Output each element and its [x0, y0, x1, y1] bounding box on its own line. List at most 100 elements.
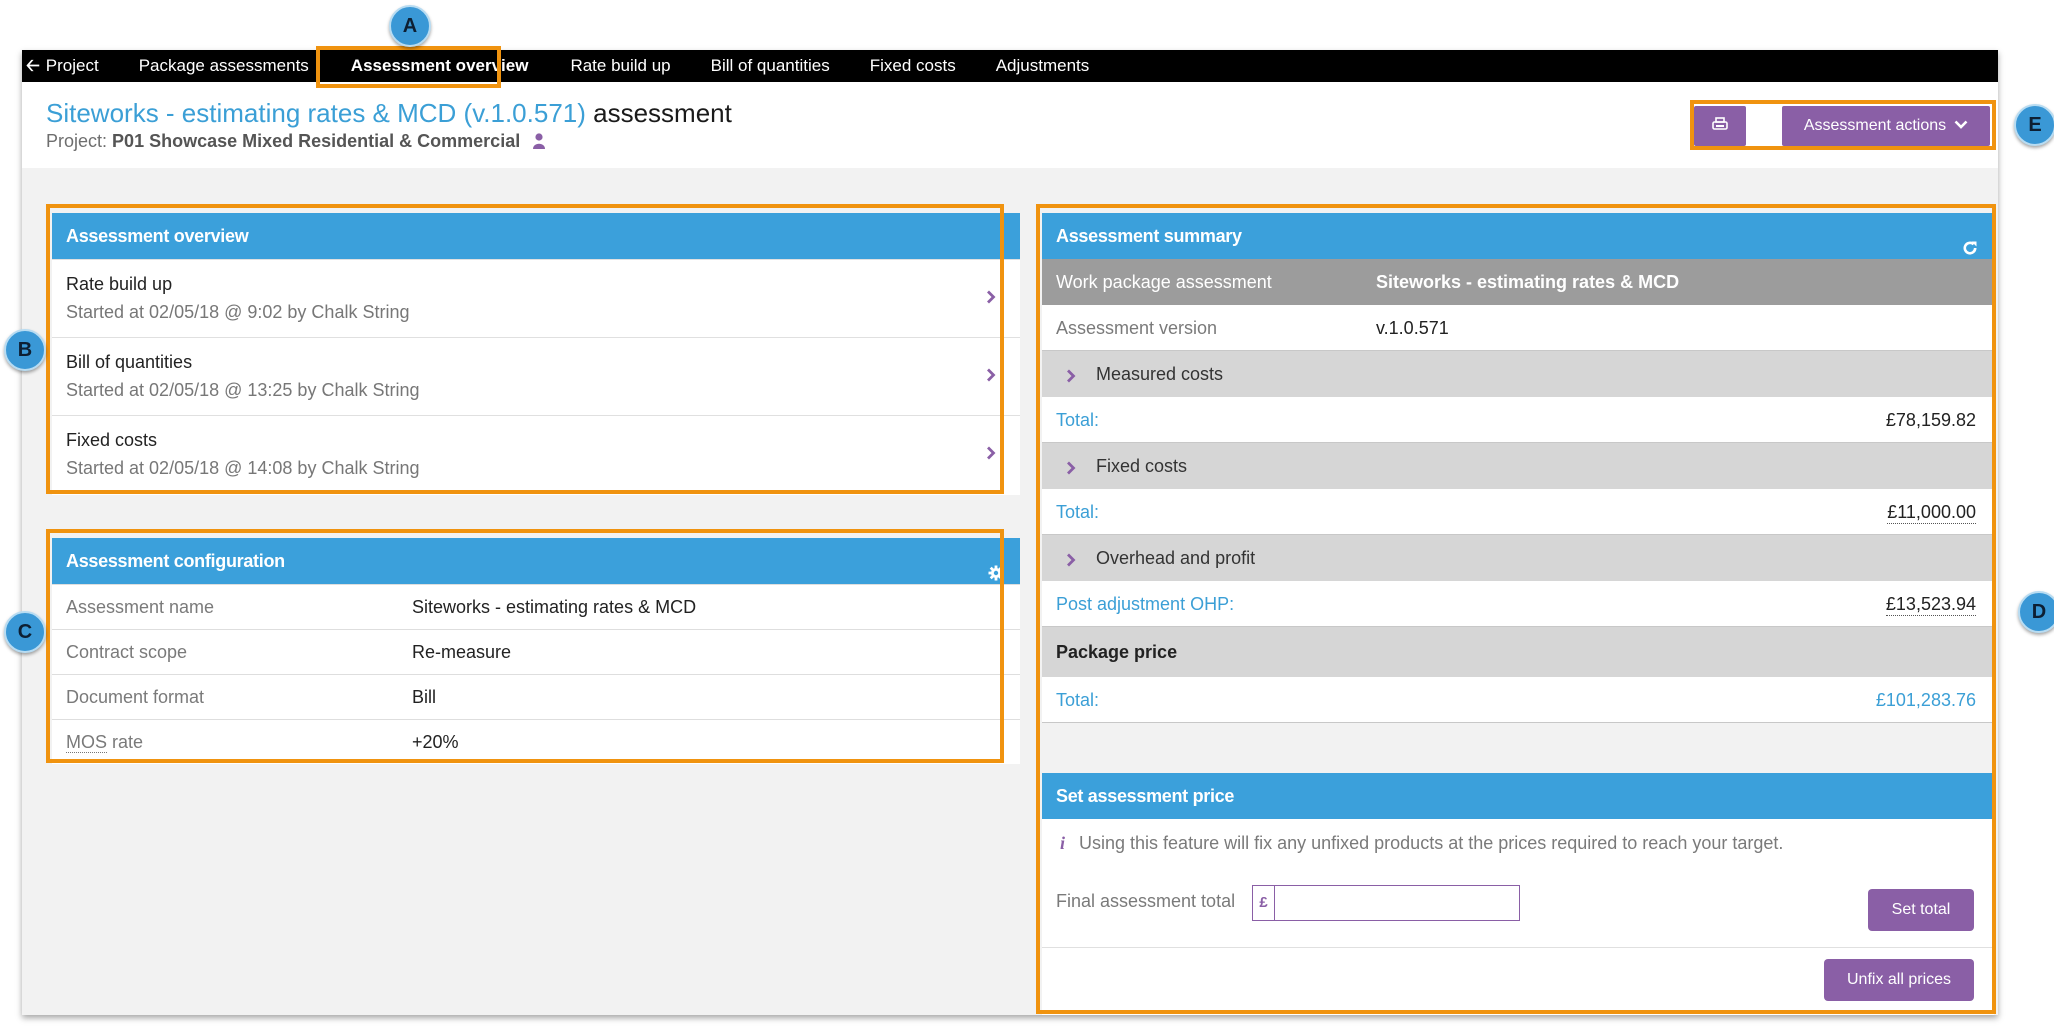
config-row-mos-rate: MOS rate +20%	[52, 719, 1020, 764]
chevron-right-icon	[1066, 459, 1076, 480]
mos-abbreviation[interactable]: MOS	[66, 732, 108, 753]
person-icon[interactable]	[533, 133, 546, 154]
total-label: Total:	[1056, 502, 1100, 522]
tab-bill-of-quantities[interactable]: Bill of quantities	[691, 50, 850, 82]
config-label: Document format	[66, 687, 205, 707]
chevron-right-icon	[986, 290, 996, 309]
app-window: 🡠 Project Package assessments Assessment …	[22, 50, 1998, 1015]
total-value[interactable]: £13,523.94	[1885, 594, 1976, 616]
summary-value: Siteworks - estimating rates & MCD	[1376, 272, 1680, 292]
assessment-configuration-panel: Assessment configuration Assessment name…	[52, 538, 1020, 764]
overview-row-subtitle: Started at 02/05/18 @ 9:02 by Chalk Stri…	[66, 302, 410, 322]
config-label-rest: rate	[107, 732, 144, 752]
chevron-right-icon	[986, 446, 996, 465]
nav-back-label: Project	[45, 56, 99, 75]
summary-panel-header: Assessment summary	[1042, 213, 1994, 259]
config-value: +20%	[412, 732, 459, 752]
summary-row-work-package: Work package assessment Siteworks - esti…	[1042, 259, 1994, 305]
summary-section-package-price: Package price	[1042, 627, 1994, 677]
callout-badge-a: A	[389, 5, 431, 47]
total-label: Total:	[1056, 690, 1100, 710]
currency-symbol: £	[1253, 886, 1275, 920]
stage: 🡠 Project Package assessments Assessment …	[0, 0, 2054, 1030]
summary-row-fixed-total: Total: £11,000.00	[1042, 489, 1994, 535]
config-label: Contract scope	[66, 642, 188, 662]
callout-badge-b: B	[4, 329, 46, 371]
assessment-summary-panel: Assessment summary Work package assessme…	[1042, 213, 1994, 1015]
summary-heading: Assessment summary	[1056, 226, 1242, 246]
total-value[interactable]: £11,000.00	[1887, 502, 1976, 524]
info-text: Using this feature will fix any unfixed …	[1079, 833, 1784, 853]
total-label: Post adjustment OHP:	[1056, 594, 1235, 614]
nav-back-project[interactable]: 🡠 Project	[22, 50, 119, 82]
tab-assessment-overview[interactable]: Assessment overview	[329, 50, 551, 82]
assessment-overview-panel: Assessment overview Rate build up Starte…	[52, 213, 1020, 495]
page-title: Siteworks - estimating rates & MCD (v.1.…	[46, 98, 732, 129]
overview-row-title: Bill of quantities	[66, 352, 193, 372]
total-value: £78,159.82	[1885, 410, 1976, 430]
tab-rate-build-up[interactable]: Rate build up	[550, 50, 690, 82]
info-icon: i	[1060, 833, 1066, 853]
config-value: Re-measure	[412, 642, 512, 662]
print-button[interactable]	[1694, 106, 1746, 146]
printer-icon	[1712, 116, 1728, 136]
section-label: Fixed costs	[1096, 456, 1188, 476]
tab-package-assessments[interactable]: Package assessments	[119, 50, 329, 82]
configuration-heading: Assessment configuration	[66, 551, 285, 571]
final-total-input[interactable]	[1277, 888, 1515, 918]
title-suffix: assessment	[593, 98, 732, 128]
final-total-field: £	[1252, 885, 1520, 921]
section-label: Measured costs	[1096, 364, 1224, 384]
overview-row-rate-build-up[interactable]: Rate build up Started at 02/05/18 @ 9:02…	[52, 259, 1020, 337]
final-total-label: Final assessment total	[1056, 891, 1236, 911]
config-label: MOS rate	[66, 732, 143, 753]
summary-section-measured-costs[interactable]: Measured costs	[1042, 351, 1994, 397]
overview-row-fixed-costs[interactable]: Fixed costs Started at 02/05/18 @ 14:08 …	[52, 415, 1020, 493]
overview-row-bill-of-quantities[interactable]: Bill of quantities Started at 02/05/18 @…	[52, 337, 1020, 415]
divider	[1042, 947, 1994, 948]
unfix-all-prices-button[interactable]: Unfix all prices	[1824, 959, 1974, 1001]
set-total-button[interactable]: Set total	[1868, 889, 1974, 931]
summary-row-ohp-total: Post adjustment OHP: £13,523.94	[1042, 581, 1994, 627]
overview-row-subtitle: Started at 02/05/18 @ 14:08 by Chalk Str…	[66, 458, 420, 478]
callout-badge-d: D	[2018, 591, 2054, 633]
tab-fixed-costs[interactable]: Fixed costs	[850, 50, 976, 82]
set-assessment-price-panel: Set assessment price i Using this feature…	[1042, 773, 1994, 1015]
chevron-right-icon	[986, 368, 996, 387]
section-label: Overhead and profit	[1096, 548, 1256, 568]
config-value: Siteworks - estimating rates & MCD	[412, 597, 697, 617]
project-line: Project: P01 Showcase Mixed Residential …	[46, 131, 546, 154]
summary-section-fixed-costs[interactable]: Fixed costs	[1042, 443, 1994, 489]
chevron-right-icon	[1066, 367, 1076, 388]
summary-section-overhead-profit[interactable]: Overhead and profit	[1042, 535, 1994, 581]
project-label: Project:	[46, 131, 108, 151]
set-price-info: i Using this feature will fix any unfixed…	[1060, 833, 1783, 854]
summary-row-measured-total: Total: £78,159.82	[1042, 397, 1994, 443]
tab-adjustments[interactable]: Adjustments	[976, 50, 1110, 82]
project-name[interactable]: P01 Showcase Mixed Residential & Commerc…	[112, 131, 520, 151]
config-row-document-format: Document format Bill	[52, 674, 1020, 719]
overview-row-subtitle: Started at 02/05/18 @ 13:25 by Chalk Str…	[66, 380, 420, 400]
summary-value: v.1.0.571	[1376, 318, 1449, 338]
assessment-actions-button[interactable]: Assessment actions	[1782, 106, 1990, 146]
package-price-label: Package price	[1056, 642, 1178, 662]
overview-row-title: Fixed costs	[66, 430, 158, 450]
assessment-title-link[interactable]: Siteworks - estimating rates & MCD (v.1.…	[46, 98, 586, 128]
arrow-left-icon: 🡠	[26, 56, 40, 75]
chevron-down-icon	[1946, 117, 1968, 135]
summary-label: Assessment version	[1056, 318, 1218, 338]
assessment-actions-label: Assessment actions	[1803, 117, 1947, 134]
config-label: Assessment name	[66, 597, 215, 617]
total-label: Total:	[1056, 410, 1100, 430]
configuration-panel-header: Assessment configuration	[52, 538, 1020, 584]
set-price-header: Set assessment price	[1042, 773, 1994, 819]
overview-row-title: Rate build up	[66, 274, 173, 294]
package-total-value: £101,283.76	[1875, 690, 1976, 710]
summary-label: Work package assessment	[1056, 272, 1272, 292]
config-row-contract-scope: Contract scope Re-measure	[52, 629, 1020, 674]
callout-badge-e: E	[2014, 104, 2054, 146]
callout-badge-c: C	[4, 611, 46, 653]
config-value: Bill	[412, 687, 437, 707]
top-nav: 🡠 Project Package assessments Assessment …	[22, 50, 1998, 82]
chevron-right-icon	[1066, 551, 1076, 572]
